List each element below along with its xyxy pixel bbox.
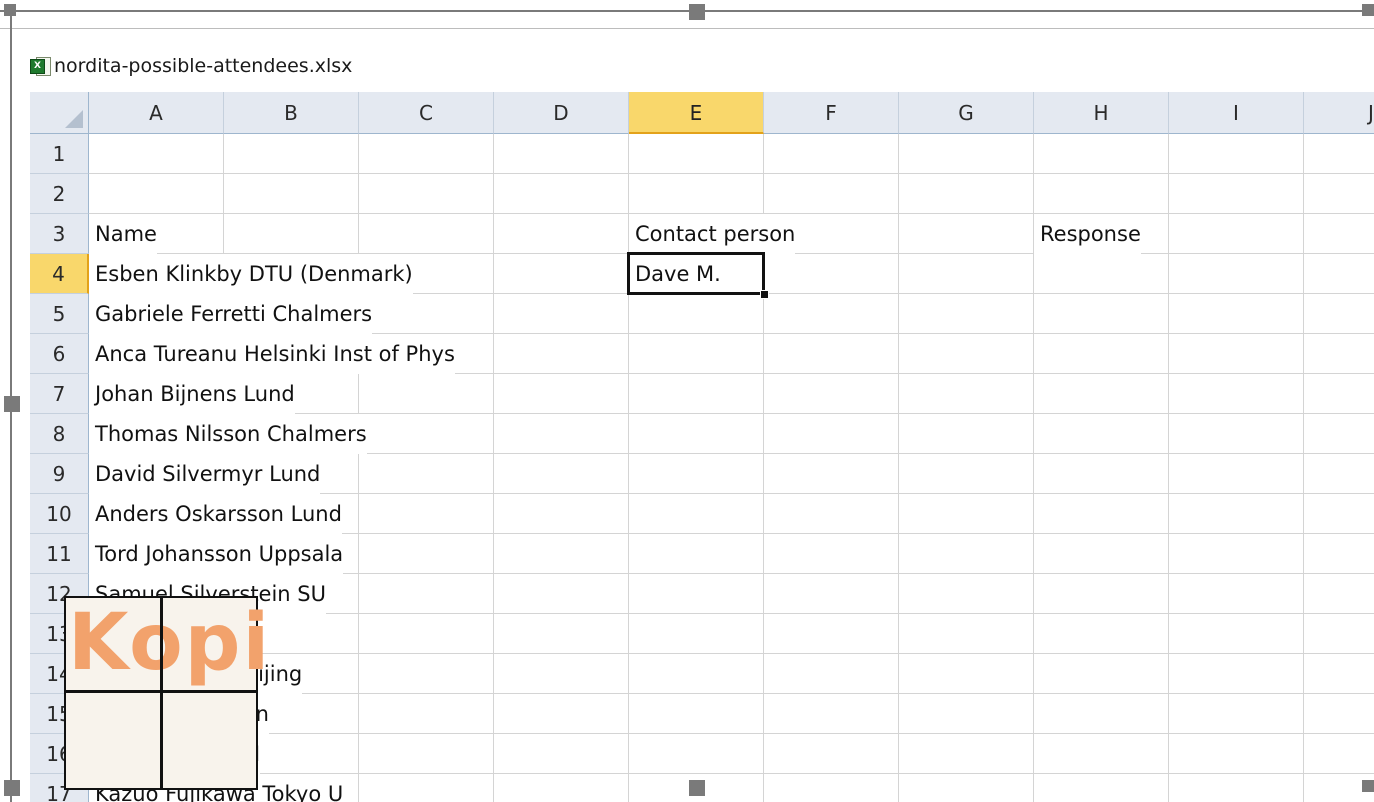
watermark-text: Kopi xyxy=(68,598,272,688)
column-header-e[interactable]: E xyxy=(629,92,764,134)
cell-a6[interactable]: Anca Tureanu Helsinki Inst of Phys xyxy=(89,334,455,374)
cell-h3[interactable]: Response xyxy=(1034,214,1141,254)
resize-handle-bottom-left[interactable] xyxy=(4,780,20,796)
column-header-b[interactable]: B xyxy=(224,92,359,134)
active-cell-border[interactable] xyxy=(627,252,765,295)
gridline-vertical xyxy=(493,134,494,802)
resize-handle-top-center[interactable] xyxy=(689,4,705,20)
column-header-h[interactable]: H xyxy=(1034,92,1169,134)
gridline-vertical xyxy=(358,134,359,802)
row-header-2[interactable]: 2 xyxy=(30,174,89,214)
cell-a5[interactable]: Gabriele Ferretti Chalmers xyxy=(89,294,373,334)
gridline-vertical xyxy=(1303,134,1304,802)
row-header-11[interactable]: 11 xyxy=(30,534,89,574)
cell-a9[interactable]: David Silvermyr Lund xyxy=(89,454,321,494)
fill-handle[interactable] xyxy=(760,290,769,299)
column-header-c[interactable]: C xyxy=(359,92,494,134)
row-header-7[interactable]: 7 xyxy=(30,374,89,414)
column-header-d[interactable]: D xyxy=(494,92,629,134)
gridline-horizontal xyxy=(89,173,1374,174)
cell-a4[interactable]: Esben Klinkby DTU (Denmark) xyxy=(89,254,413,294)
row-header-1[interactable]: 1 xyxy=(30,134,89,174)
resize-handle-top-right[interactable] xyxy=(1362,4,1374,16)
workbook-file-name: nordita-possible-attendees.xlsx xyxy=(54,55,353,77)
gridline-vertical xyxy=(1168,134,1169,802)
row-header-3[interactable]: 3 xyxy=(30,214,89,254)
gridline-vertical xyxy=(898,134,899,802)
workbook-title-bar: X nordita-possible-attendees.xlsx xyxy=(30,48,352,84)
column-header-g[interactable]: G xyxy=(899,92,1034,134)
row-header-6[interactable]: 6 xyxy=(30,334,89,374)
cell-a7[interactable]: Johan Bijnens Lund xyxy=(89,374,295,414)
cell-a10[interactable]: Anders Oskarsson Lund xyxy=(89,494,342,534)
row-header-4[interactable]: 4 xyxy=(30,254,89,294)
select-all-corner[interactable] xyxy=(30,92,89,134)
row-header-10[interactable]: 10 xyxy=(30,494,89,534)
row-header-8[interactable]: 8 xyxy=(30,414,89,454)
resize-handle-top-left[interactable] xyxy=(4,4,16,16)
frame-top-border xyxy=(0,10,1374,12)
row-header-9[interactable]: 9 xyxy=(30,454,89,494)
cell-a3[interactable]: Name xyxy=(89,214,157,254)
cell-a11[interactable]: Tord Johansson Uppsala xyxy=(89,534,344,574)
column-header-a[interactable]: A xyxy=(89,92,224,134)
resize-handle-middle-left[interactable] xyxy=(4,396,20,412)
gridline-horizontal xyxy=(89,733,1374,734)
copy-watermark-overlay: Kopi xyxy=(64,596,269,790)
cell-a8[interactable]: Thomas Nilsson Chalmers xyxy=(89,414,367,454)
row-header-5[interactable]: 5 xyxy=(30,294,89,334)
excel-file-icon: X xyxy=(30,56,51,76)
cell-e3[interactable]: Contact person xyxy=(629,214,796,254)
column-header-f[interactable]: F xyxy=(764,92,899,134)
frame-inner-top-border xyxy=(0,28,1374,29)
column-header-j[interactable]: J xyxy=(1304,92,1374,134)
column-header-i[interactable]: I xyxy=(1169,92,1304,134)
